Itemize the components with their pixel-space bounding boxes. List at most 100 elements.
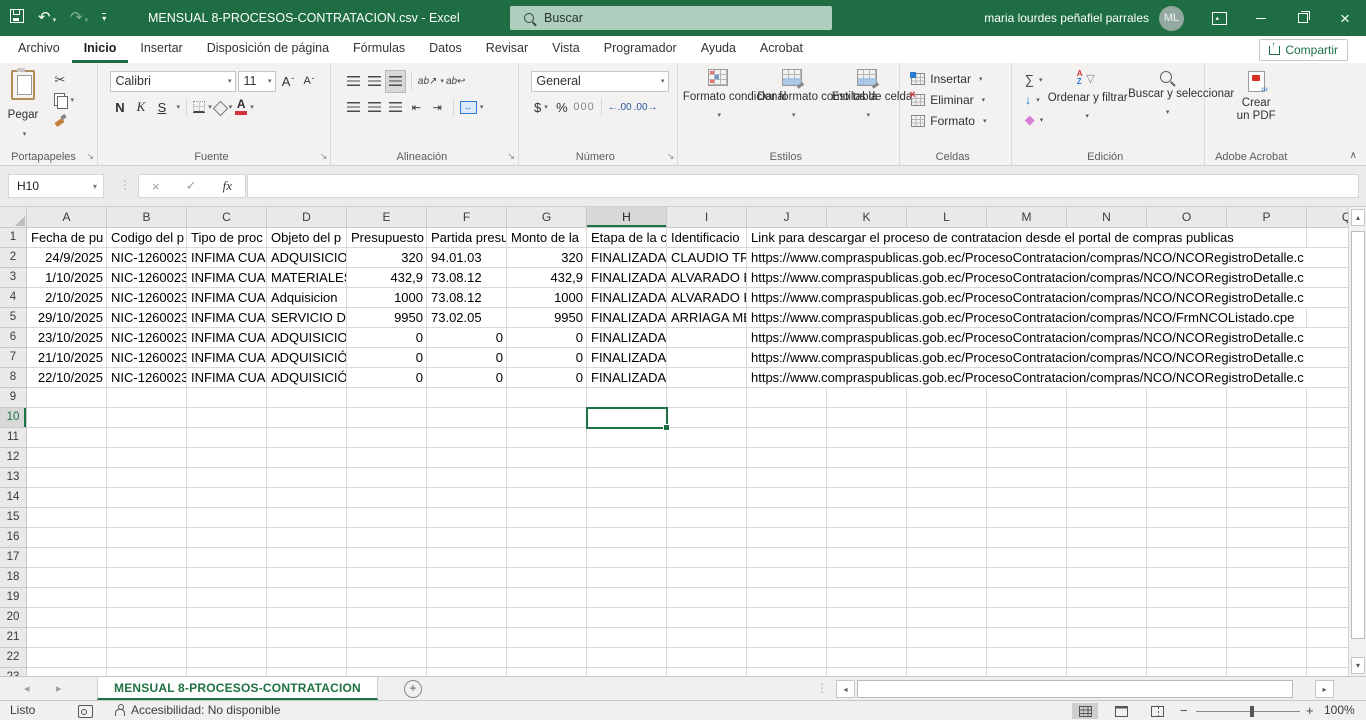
- column-header-B[interactable]: B: [107, 207, 187, 228]
- orientation-button[interactable]: ab↗▾: [418, 71, 444, 92]
- font-name-select[interactable]: Calibri▾: [110, 71, 236, 92]
- formula-input[interactable]: [247, 174, 1359, 198]
- cell-J6[interactable]: https://www.compraspublicas.gob.ec/Proce…: [748, 328, 1310, 347]
- minimize-button[interactable]: [1240, 0, 1282, 36]
- close-button[interactable]: ×: [1324, 0, 1366, 36]
- cell-B7[interactable]: NIC-1260023: [108, 348, 186, 367]
- zoom-level[interactable]: 100%: [1324, 703, 1355, 717]
- row-header-11[interactable]: 11: [0, 428, 27, 448]
- align-center-button[interactable]: [365, 97, 384, 118]
- percent-button[interactable]: %: [552, 97, 571, 118]
- user-name[interactable]: maria lourdes peñafiel parrales: [984, 11, 1149, 25]
- column-header-I[interactable]: I: [667, 207, 747, 228]
- redo-button[interactable]: ↷▾: [70, 9, 88, 27]
- row-header-20[interactable]: 20: [0, 608, 27, 628]
- share-button[interactable]: Compartir: [1259, 39, 1348, 61]
- cell-A7[interactable]: 21/10/2025: [28, 348, 106, 367]
- accessibility-status[interactable]: Accesibilidad: No disponible: [131, 703, 280, 717]
- cell-C2[interactable]: INFIMA CUA: [188, 248, 266, 267]
- cell-E2[interactable]: 320: [348, 248, 426, 267]
- align-bottom-button[interactable]: [386, 71, 405, 92]
- cell-F5[interactable]: 73.02.05: [428, 308, 506, 327]
- cell-E8[interactable]: 0: [348, 368, 426, 387]
- select-all-corner[interactable]: [0, 207, 27, 228]
- column-header-E[interactable]: E: [347, 207, 427, 228]
- save-button[interactable]: [10, 9, 24, 28]
- column-header-P[interactable]: P: [1227, 207, 1307, 228]
- vertical-scrollbar[interactable]: ▴ ▾: [1348, 207, 1366, 676]
- name-box[interactable]: H10 ▾: [8, 174, 104, 198]
- delete-cells-button[interactable]: Eliminar▾: [904, 89, 1011, 110]
- increase-decimal-button[interactable]: ←.00: [608, 97, 632, 118]
- cell-I3[interactable]: ALVARADO E: [668, 268, 746, 287]
- cell-F6[interactable]: 0: [428, 328, 506, 347]
- copy-button[interactable]: ▾: [54, 91, 74, 108]
- cell-I2[interactable]: CLAUDIO TRU: [668, 248, 746, 267]
- cell-G7[interactable]: 0: [508, 348, 586, 367]
- row-header-7[interactable]: 7: [0, 348, 27, 368]
- tab-disposicion[interactable]: Disposición de página: [195, 36, 341, 63]
- normal-view-button[interactable]: [1072, 703, 1098, 719]
- borders-button[interactable]: ▾: [193, 97, 212, 118]
- cell-C7[interactable]: INFIMA CUA: [188, 348, 266, 367]
- column-header-G[interactable]: G: [507, 207, 587, 228]
- search-box[interactable]: Buscar: [510, 6, 832, 30]
- cut-button[interactable]: ✂: [54, 71, 74, 88]
- cell-B5[interactable]: NIC-1260023: [108, 308, 186, 327]
- tab-formulas[interactable]: Fórmulas: [341, 36, 417, 63]
- cell-H7[interactable]: FINALIZADA: [588, 348, 666, 367]
- row-header-10[interactable]: 10: [0, 408, 27, 428]
- row-header-2[interactable]: 2: [0, 248, 27, 268]
- format-painter-button[interactable]: [54, 111, 74, 128]
- cell-G5[interactable]: 9950: [508, 308, 586, 327]
- cell-H6[interactable]: FINALIZADA: [588, 328, 666, 347]
- cell-I1[interactable]: Identificacio: [668, 228, 746, 247]
- cell-H8[interactable]: FINALIZADA: [588, 368, 666, 387]
- cell-G2[interactable]: 320: [508, 248, 586, 267]
- decrease-indent-button[interactable]: ⇤: [407, 97, 426, 118]
- cell-H2[interactable]: FINALIZADA: [588, 248, 666, 267]
- cell-C3[interactable]: INFIMA CUA: [188, 268, 266, 287]
- font-color-button[interactable]: A▾: [235, 97, 254, 118]
- cell-A8[interactable]: 22/10/2025: [28, 368, 106, 387]
- cell-H5[interactable]: FINALIZADA: [588, 308, 666, 327]
- row-header-15[interactable]: 15: [0, 508, 27, 528]
- zoom-in-button[interactable]: +: [1306, 703, 1314, 718]
- cell-A4[interactable]: 2/10/2025: [28, 288, 106, 307]
- ribbon-display-options-button[interactable]: [1198, 0, 1240, 36]
- column-header-J[interactable]: J: [747, 207, 827, 228]
- thousands-button[interactable]: 000: [573, 97, 594, 118]
- cell-F4[interactable]: 73.08.12: [428, 288, 506, 307]
- cell-B4[interactable]: NIC-1260023: [108, 288, 186, 307]
- cell-J1[interactable]: Link para descargar el proceso de contra…: [748, 228, 1240, 247]
- cell-I5[interactable]: ARRIAGA ME: [668, 308, 746, 327]
- column-header-D[interactable]: D: [267, 207, 347, 228]
- cell-J2[interactable]: https://www.compraspublicas.gob.ec/Proce…: [748, 248, 1310, 267]
- cell-A6[interactable]: 23/10/2025: [28, 328, 106, 347]
- tab-programador[interactable]: Programador: [592, 36, 689, 63]
- decrease-decimal-button[interactable]: .00→: [634, 97, 658, 118]
- tab-archivo[interactable]: Archivo: [6, 36, 72, 63]
- record-macro-icon[interactable]: [78, 705, 93, 718]
- cell-G8[interactable]: 0: [508, 368, 586, 387]
- cell-styles-button[interactable]: Estilos de celda▾: [832, 68, 902, 122]
- cell-F7[interactable]: 0: [428, 348, 506, 367]
- fill-handle[interactable]: [663, 424, 670, 431]
- row-header-18[interactable]: 18: [0, 568, 27, 588]
- scroll-down-button[interactable]: ▾: [1351, 657, 1365, 674]
- cell-E7[interactable]: 0: [348, 348, 426, 367]
- cell-D1[interactable]: Objeto del p: [268, 228, 346, 247]
- tab-inicio[interactable]: Inicio: [72, 36, 129, 63]
- row-header-21[interactable]: 21: [0, 628, 27, 648]
- column-header-K[interactable]: K: [827, 207, 907, 228]
- cell-D8[interactable]: ADQUISICIÓ: [268, 368, 346, 387]
- cell-F2[interactable]: 94.01.03: [428, 248, 506, 267]
- underline-button[interactable]: S: [152, 97, 171, 118]
- sheet-tab[interactable]: MENSUAL 8-PROCESOS-CONTRATACION: [97, 677, 378, 700]
- increase-indent-button[interactable]: ⇥: [428, 97, 447, 118]
- find-select-button[interactable]: Buscar y seleccionar▾: [1128, 68, 1204, 119]
- tab-datos[interactable]: Datos: [417, 36, 474, 63]
- scrollbar-resize-handle[interactable]: ⋮: [816, 681, 828, 695]
- row-header-13[interactable]: 13: [0, 468, 27, 488]
- cell-D3[interactable]: MATERIALES: [268, 268, 346, 287]
